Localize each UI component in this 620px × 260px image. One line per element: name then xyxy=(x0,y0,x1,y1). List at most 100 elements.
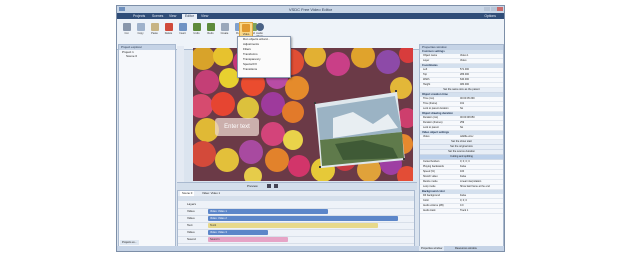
close-button[interactable] xyxy=(497,7,503,11)
play-icon[interactable] xyxy=(267,184,271,188)
window-title: VSDC Free Video Editor xyxy=(288,7,333,12)
prop-key: Lock to parent duration xyxy=(423,107,449,110)
preview-label[interactable]: Preview xyxy=(247,184,258,188)
status-bar: Properties window Resources window xyxy=(117,246,504,251)
create-icon xyxy=(220,23,229,31)
flowers-background-image xyxy=(193,48,413,181)
prop-key: Left xyxy=(423,68,428,71)
video-effects-icon xyxy=(242,24,250,32)
canvas-text-object[interactable]: Enter text xyxy=(215,118,259,136)
prop-key: Loop mode xyxy=(423,185,436,188)
prop-key: Duration (ms) xyxy=(423,116,439,119)
cut-button[interactable]: Cut xyxy=(120,22,133,44)
paste-label: Paste xyxy=(151,32,158,35)
playback-toolbar: Preview xyxy=(177,182,417,190)
redo-button[interactable]: Redo xyxy=(204,22,217,44)
insert-icon xyxy=(178,23,187,31)
projects-explorer-tab[interactable]: Projects ex... xyxy=(120,240,139,245)
resources-window-tab[interactable]: Resources window xyxy=(453,246,479,251)
create-label: Create xyxy=(220,32,229,35)
prop-loop-mode[interactable]: Loop mode Show last frame at the end xyxy=(420,185,503,190)
undo-button[interactable]: Undo xyxy=(190,22,203,44)
prop-key: Duration (frames) xyxy=(423,121,443,124)
copy-label: Copy xyxy=(137,32,144,35)
title-bar: VSDC Free Video Editor xyxy=(117,6,504,13)
prop-key: Object name xyxy=(423,54,438,57)
prop-key: Width xyxy=(423,78,430,81)
clip-text-1[interactable]: Text1 xyxy=(208,223,378,228)
copy-button[interactable]: Copy xyxy=(134,22,147,44)
stop-icon[interactable] xyxy=(274,184,278,188)
prop-height[interactable]: Height 480.000 xyxy=(420,83,503,88)
prop-value: Show last frame at the end xyxy=(460,185,490,188)
headphones-icon xyxy=(255,23,264,31)
scissors-icon xyxy=(122,23,131,31)
app-menu-icon[interactable] xyxy=(119,7,125,11)
prop-value: Linear interpolation xyxy=(460,180,482,183)
prop-layer[interactable]: Layer Video xyxy=(420,59,503,64)
prop-lock-parent[interactable]: Lock to parent duration No xyxy=(420,107,503,112)
clip-video-1[interactable]: Video: Video 1 xyxy=(208,209,328,214)
undo-label: Undo xyxy=(193,32,200,35)
delete-button[interactable]: Delete xyxy=(162,22,175,44)
prop-key: Stretch video xyxy=(423,175,438,178)
prop-key: Height xyxy=(423,83,431,86)
prop-video[interactable]: Video wildlife.wmv xyxy=(420,135,503,140)
delete-label: Delete xyxy=(164,32,173,35)
editor-window: VSDC Free Video Editor Projects Scenes V… xyxy=(116,5,505,252)
prop-key: Audio track xyxy=(423,209,436,212)
prop-key: Video xyxy=(423,135,430,138)
track-name: Layers xyxy=(187,202,197,206)
video-effects-dropdown: Run objects wizard... Adjustments Filter… xyxy=(237,36,291,78)
prop-audio-track[interactable]: Audio track Track 1 xyxy=(420,209,503,214)
prop-value: 0.0 xyxy=(460,204,464,207)
clip-sound-1[interactable]: Sound 1 xyxy=(208,237,288,242)
prop-value: 0; 0; 0; 0 xyxy=(460,160,470,163)
prop-value: wildlife.wmv xyxy=(460,135,474,138)
menu-item-transitions[interactable]: Transitions xyxy=(238,67,290,72)
prop-value: No xyxy=(460,126,464,129)
create-button[interactable]: Create xyxy=(218,22,231,44)
prop-key: Time (frame) xyxy=(423,102,438,105)
cut-label: Cut xyxy=(124,32,129,35)
delete-icon xyxy=(164,23,173,31)
prop-value: 480.000 xyxy=(460,83,470,86)
track-name: Text xyxy=(187,223,193,227)
paste-icon xyxy=(150,23,159,31)
prop-lock-parent-2[interactable]: Lock to parent No xyxy=(420,126,503,131)
prop-value: No xyxy=(460,107,464,110)
prop-value: 259 xyxy=(460,121,465,124)
prop-key: Audio volume (dB) xyxy=(423,204,444,207)
prop-value: 571.000 xyxy=(460,68,470,71)
insert-label: Insert xyxy=(179,32,186,35)
track-name: Video xyxy=(187,216,195,220)
project-tree: Project 1 Scene 0 xyxy=(119,50,175,58)
undo-icon xyxy=(192,23,201,31)
properties-window-tab[interactable]: Properties window xyxy=(419,246,445,251)
tree-item-scene[interactable]: Scene 0 xyxy=(119,54,175,58)
prop-key: Playing backwards xyxy=(423,165,444,168)
prop-value: 100 xyxy=(460,170,465,173)
paste-button[interactable]: Paste xyxy=(148,22,161,44)
track-name: Video xyxy=(187,230,195,234)
clip-video-3[interactable]: Video: Video 3 xyxy=(208,230,268,235)
prop-value: False xyxy=(460,175,467,178)
prop-key: Top xyxy=(423,73,428,76)
prop-key: Fill background xyxy=(423,194,440,197)
prop-value: Track 1 xyxy=(460,209,469,212)
scene-canvas[interactable]: Enter text xyxy=(193,48,413,181)
project-explorer-panel: Project explorer Project 1 Scene 0 Proje… xyxy=(118,44,176,247)
prop-value: Video 1 xyxy=(460,54,469,57)
prop-value: 00:00:05.390 xyxy=(460,97,475,100)
prop-key: Time (ms) xyxy=(423,97,435,100)
prop-value: 0; 0; 0 xyxy=(460,199,467,202)
prop-key: Resize mode xyxy=(423,180,438,183)
minimize-button[interactable] xyxy=(484,7,490,11)
redo-label: Redo xyxy=(207,32,214,35)
clip-video-2[interactable]: Video: Video 2 xyxy=(208,216,398,221)
prop-value: 161 xyxy=(460,102,465,105)
prop-key: Layer xyxy=(423,59,430,62)
prop-key: Color xyxy=(423,199,429,202)
track-name: Sound xyxy=(187,237,196,241)
insert-button[interactable]: Insert xyxy=(176,22,189,44)
